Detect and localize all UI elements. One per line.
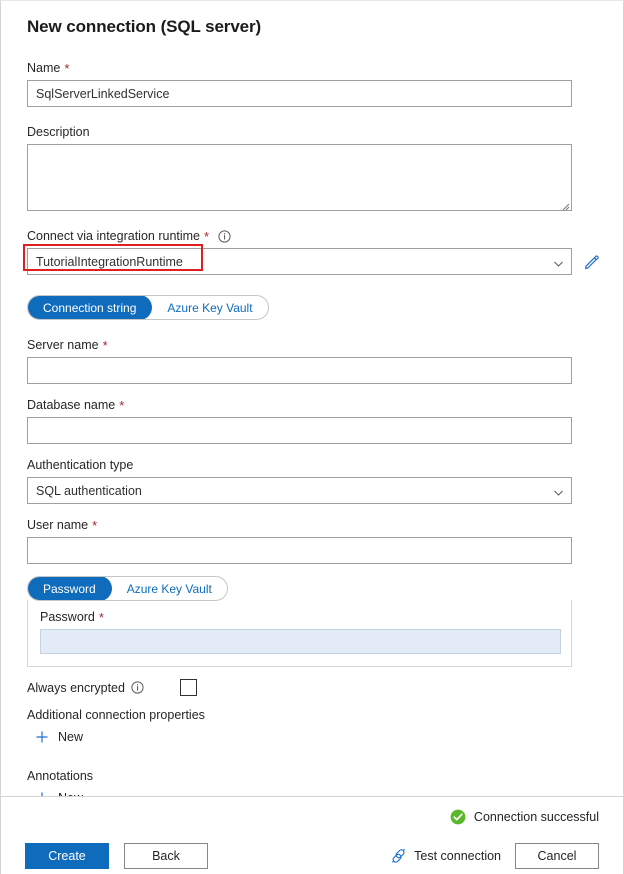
authentication-type-select-wrap: SQL authentication bbox=[27, 477, 572, 504]
always-encrypted-label-text: Always encrypted bbox=[27, 681, 125, 695]
user-name-label-text: User name bbox=[27, 518, 88, 532]
description-field-wrap bbox=[27, 144, 572, 211]
test-connection-button[interactable]: Test connection bbox=[390, 848, 501, 864]
info-icon[interactable] bbox=[131, 681, 144, 694]
tab-connection-string[interactable]: Connection string bbox=[27, 295, 152, 320]
new-connection-panel: New connection (SQL server) Name * Descr… bbox=[0, 0, 624, 874]
database-name-label: Database name * bbox=[27, 398, 597, 412]
footer-primary-actions: Create Back bbox=[25, 843, 208, 869]
description-label: Description bbox=[27, 125, 597, 139]
add-connection-property-button[interactable]: New bbox=[35, 730, 83, 744]
password-input[interactable] bbox=[40, 629, 561, 654]
create-button[interactable]: Create bbox=[25, 843, 109, 869]
info-icon[interactable] bbox=[218, 230, 231, 243]
tab-password-azure-key-vault[interactable]: Azure Key Vault bbox=[112, 577, 227, 600]
user-name-input[interactable] bbox=[27, 537, 572, 564]
password-label: Password * bbox=[40, 610, 559, 624]
server-name-label: Server name * bbox=[27, 338, 597, 352]
page-title: New connection (SQL server) bbox=[27, 17, 597, 37]
check-circle-icon bbox=[450, 809, 466, 825]
name-label: Name * bbox=[27, 61, 597, 75]
test-connection-label: Test connection bbox=[414, 849, 501, 863]
database-name-required-asterisk: * bbox=[119, 399, 124, 412]
description-textarea[interactable] bbox=[27, 144, 572, 211]
tab-password[interactable]: Password bbox=[27, 576, 112, 601]
database-name-input[interactable] bbox=[27, 417, 572, 444]
password-panel: Password * bbox=[27, 600, 572, 667]
integration-runtime-label: Connect via integration runtime * bbox=[27, 229, 597, 243]
server-name-label-text: Server name bbox=[27, 338, 99, 352]
name-input[interactable] bbox=[27, 80, 572, 107]
description-label-text: Description bbox=[27, 125, 90, 139]
user-name-required-asterisk: * bbox=[92, 519, 97, 532]
integration-runtime-label-text: Connect via integration runtime bbox=[27, 229, 200, 243]
name-required-asterisk: * bbox=[64, 62, 69, 75]
panel-body: New connection (SQL server) Name * Descr… bbox=[1, 1, 623, 796]
password-source-tabs: Password Azure Key Vault bbox=[27, 576, 228, 601]
integration-runtime-row: TutorialIntegrationRuntime bbox=[27, 248, 597, 275]
credential-source-tabs: Connection string Azure Key Vault bbox=[27, 295, 269, 320]
server-name-input[interactable] bbox=[27, 357, 572, 384]
integration-runtime-select-wrap: TutorialIntegrationRuntime bbox=[27, 248, 572, 275]
plug-icon bbox=[390, 848, 406, 864]
server-name-required-asterisk: * bbox=[103, 339, 108, 352]
database-name-label-text: Database name bbox=[27, 398, 115, 412]
always-encrypted-label: Always encrypted bbox=[27, 681, 144, 695]
authentication-type-label: Authentication type bbox=[27, 458, 597, 472]
integration-runtime-selected-value: TutorialIntegrationRuntime bbox=[36, 255, 183, 269]
cancel-button[interactable]: Cancel bbox=[515, 843, 599, 869]
authentication-type-select[interactable]: SQL authentication bbox=[27, 477, 572, 504]
panel-footer: Connection successful Create Back Test c… bbox=[1, 796, 623, 874]
connection-status-text: Connection successful bbox=[474, 810, 599, 824]
connection-status: Connection successful bbox=[450, 809, 599, 825]
always-encrypted-checkbox[interactable] bbox=[180, 679, 197, 696]
add-connection-property-label: New bbox=[58, 730, 83, 744]
authentication-type-label-text: Authentication type bbox=[27, 458, 133, 472]
integration-runtime-select[interactable]: TutorialIntegrationRuntime bbox=[27, 248, 572, 275]
footer-secondary-actions: Test connection Cancel bbox=[390, 843, 599, 869]
name-label-text: Name bbox=[27, 61, 60, 75]
additional-connection-properties-label: Additional connection properties bbox=[27, 708, 597, 722]
password-required-asterisk: * bbox=[99, 611, 104, 624]
tab-azure-key-vault[interactable]: Azure Key Vault bbox=[152, 296, 267, 319]
plus-icon bbox=[35, 730, 49, 744]
pencil-icon[interactable] bbox=[582, 252, 602, 272]
authentication-type-selected-value: SQL authentication bbox=[36, 484, 142, 498]
integration-runtime-required-asterisk: * bbox=[204, 230, 209, 243]
user-name-label: User name * bbox=[27, 518, 597, 532]
annotations-label: Annotations bbox=[27, 769, 597, 783]
always-encrypted-row: Always encrypted bbox=[27, 679, 597, 696]
back-button[interactable]: Back bbox=[124, 843, 208, 869]
password-label-text: Password bbox=[40, 610, 95, 624]
